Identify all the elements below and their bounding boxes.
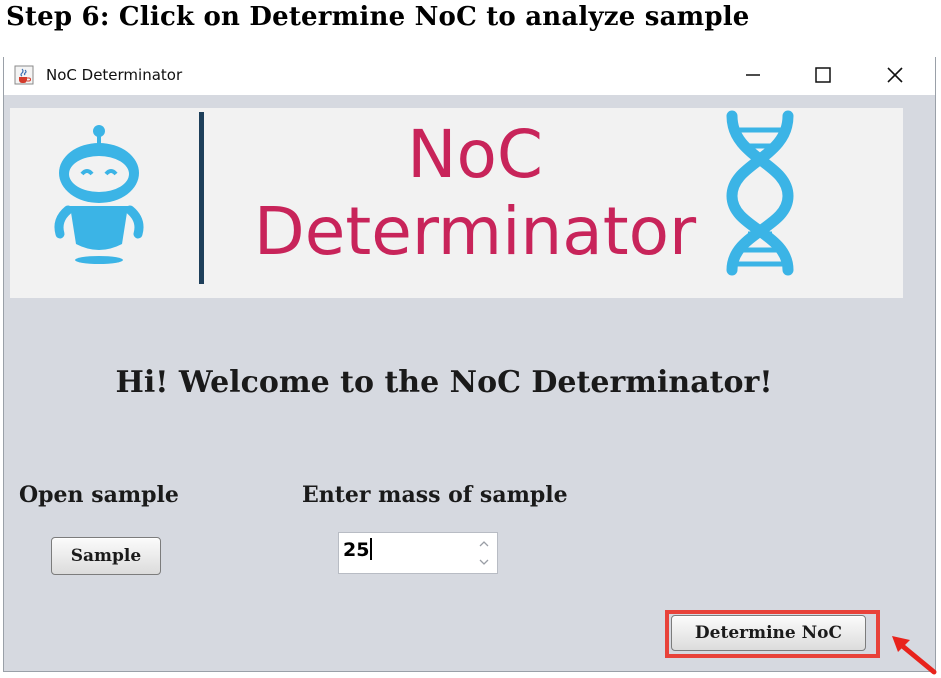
banner-title-line1: NoC [407, 116, 543, 193]
minimize-icon [746, 74, 760, 76]
chevron-up-icon [479, 541, 489, 547]
banner-divider [199, 112, 204, 284]
mass-input[interactable]: 25 [343, 538, 373, 561]
banner-title-line2: Determinator [253, 193, 697, 270]
app-window: NoC Determinator NoC Determinator Hi! We… [3, 57, 936, 672]
dna-helix-icon [726, 110, 794, 276]
spin-up-button[interactable] [475, 536, 493, 552]
spinner-arrows [475, 536, 493, 570]
maximize-button[interactable] [788, 57, 858, 93]
logo-banner: NoC Determinator [10, 108, 903, 298]
chevron-down-icon [479, 559, 489, 565]
title-bar: NoC Determinator [4, 57, 935, 95]
welcome-message: Hi! Welcome to the NoC Determinator! [115, 365, 773, 400]
page: Step 6: Click on Determine NoC to analyz… [0, 0, 941, 678]
minimize-button[interactable] [718, 57, 788, 93]
close-icon [887, 67, 903, 83]
spin-down-button[interactable] [475, 554, 493, 570]
red-arrow-icon [892, 636, 937, 675]
sample-button[interactable]: Sample [51, 537, 161, 575]
determine-noc-button[interactable]: Determine NoC [671, 615, 866, 651]
mass-label: Enter mass of sample [302, 482, 568, 508]
robot-icon [54, 125, 144, 264]
close-button[interactable] [860, 57, 930, 93]
mass-value: 25 [343, 539, 370, 561]
mass-spinner[interactable]: 25 [338, 532, 498, 574]
open-sample-label: Open sample [19, 482, 179, 508]
window-title: NoC Determinator [46, 66, 183, 84]
text-caret [370, 538, 373, 560]
step-heading: Step 6: Click on Determine NoC to analyz… [6, 2, 750, 32]
java-cup-icon [14, 65, 34, 85]
maximize-icon [815, 67, 831, 83]
